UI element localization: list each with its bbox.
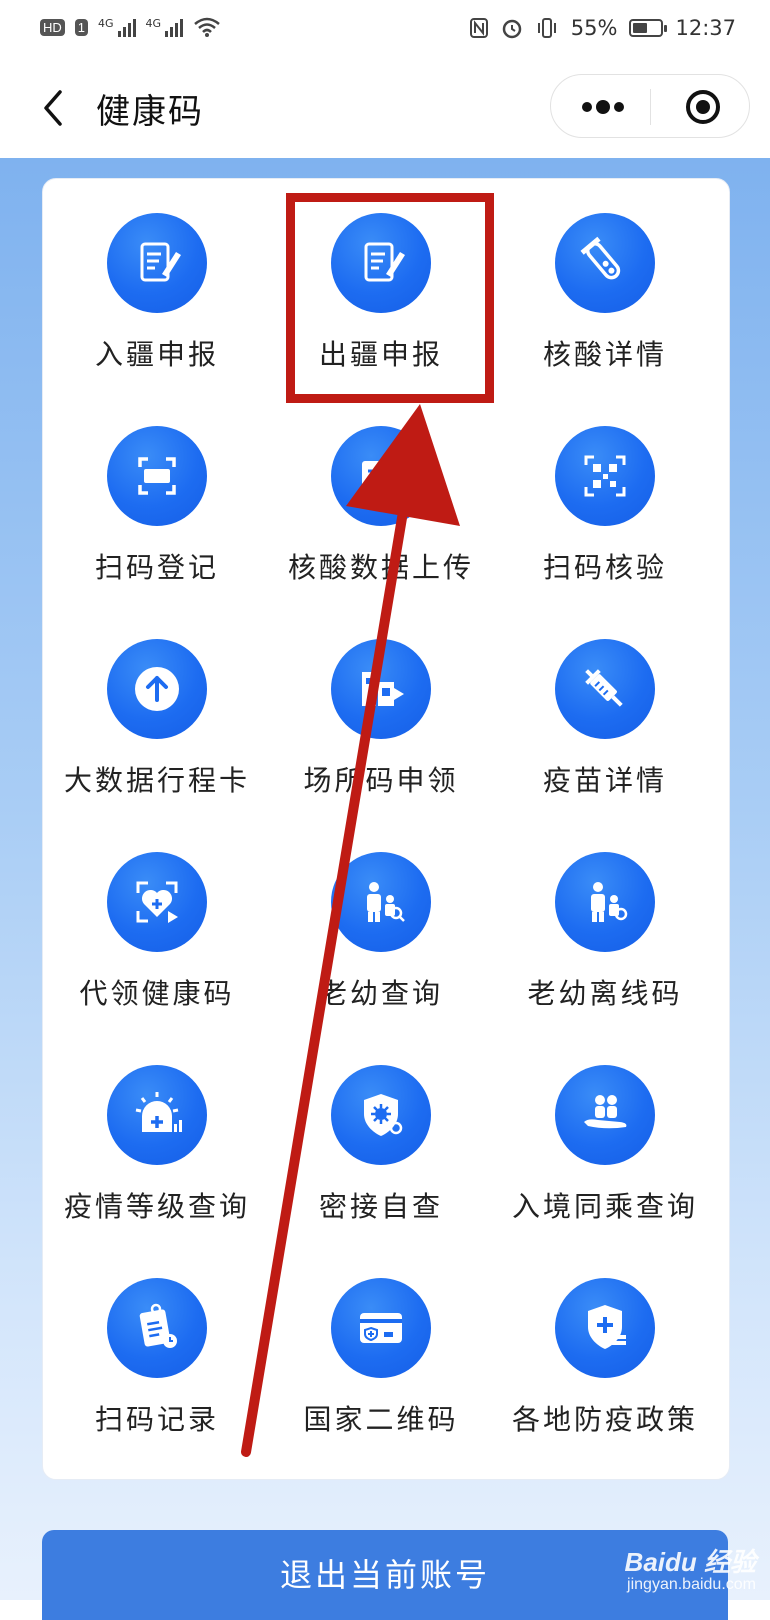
service-icon-circle (331, 1065, 431, 1165)
service-label: 代领健康码 (79, 977, 235, 1010)
notebook-pen-icon (364, 242, 405, 282)
plane-passengers-icon (584, 1095, 627, 1129)
syringe-icon (585, 669, 623, 707)
sim1-badge: 1 (74, 18, 89, 36)
elder-child-search-icon (367, 882, 405, 922)
service-label: 大数据行程卡 (63, 764, 250, 797)
service-item[interactable]: 入境同乘查询 (491, 1065, 719, 1265)
watermark-brand: Baidu 经验 (624, 1546, 756, 1577)
service-item[interactable]: 大数据行程卡 (43, 639, 271, 839)
service-icon-circle (555, 1065, 655, 1165)
service-label: 老幼查询 (318, 977, 443, 1010)
service-label: 扫码登记 (94, 551, 219, 584)
service-icon-circle (107, 213, 207, 313)
service-label: 扫码记录 (94, 1403, 219, 1436)
service-item[interactable]: 入疆申报 (43, 213, 271, 413)
service-icon-circle (555, 213, 655, 313)
nfc-icon (469, 18, 488, 38)
watermark-url: jingyan.baidu.com (627, 1576, 756, 1594)
service-label: 场所码申领 (303, 764, 459, 797)
service-icon-circle (331, 426, 431, 526)
service-icon-circle (331, 1278, 431, 1378)
navigation-bar: 健康码 (0, 60, 770, 158)
clock: 12:37 (675, 16, 736, 40)
service-label: 核酸详情 (542, 338, 667, 371)
service-item[interactable]: 扫码登记 (43, 426, 271, 626)
hd-badge: HD (40, 18, 65, 36)
service-item[interactable]: 疫苗详情 (491, 639, 719, 839)
service-item[interactable]: 老幼查询 (267, 852, 495, 1052)
arrow-up-circle-icon (135, 667, 179, 711)
status-bar: HD 1 4G 4G 55% 12:37 (0, 0, 770, 60)
service-icon-circle (107, 1278, 207, 1378)
shield-plus-icon (588, 1305, 626, 1349)
service-item[interactable]: 密接自查 (267, 1065, 495, 1265)
service-label: 密接自查 (318, 1190, 443, 1223)
service-icon-circle (331, 213, 431, 313)
service-label: 疫情等级查询 (63, 1190, 250, 1223)
battery-percent: 55% (570, 16, 618, 40)
vibrate-icon (537, 18, 556, 38)
service-item[interactable]: 场所码申领 (267, 639, 495, 839)
service-label: 入境同乘查询 (511, 1190, 698, 1223)
service-icon-circle (555, 1278, 655, 1378)
service-item[interactable]: 代领健康码 (43, 852, 271, 1052)
service-item[interactable]: 出疆申报 (267, 213, 495, 413)
virus-shield-icon (364, 1094, 403, 1136)
alert-level-icon (135, 1092, 182, 1132)
notebook-pen-icon (140, 242, 181, 282)
qr-verify-icon (584, 455, 626, 497)
service-label: 国家二维码 (303, 1403, 459, 1436)
service-item[interactable]: 各地防疫政策 (491, 1278, 719, 1478)
test-tube-icon (580, 236, 621, 280)
service-label: 扫码核验 (542, 551, 667, 584)
upload-card-icon (362, 461, 404, 495)
service-icon-circle (555, 639, 655, 739)
mini-program-capsule (550, 74, 750, 138)
service-icon-circle (107, 852, 207, 952)
content-area: 入疆申报 出疆申报 核酸详情扫码登记 核酸数据上传 扫码核验大数据行程卡 场所码申领 疫苗详… (0, 158, 770, 1620)
service-icon-circle (555, 426, 655, 526)
service-label: 各地防疫政策 (511, 1403, 698, 1436)
service-item[interactable]: 疫情等级查询 (43, 1065, 271, 1265)
service-label: 老幼离线码 (527, 977, 683, 1010)
id-card-icon (360, 1313, 402, 1343)
elder-child-offline-icon (591, 882, 628, 922)
service-label: 核酸数据上传 (287, 551, 474, 584)
battery-icon (629, 19, 668, 37)
service-icon-circle (107, 639, 207, 739)
heart-scan-icon (136, 881, 178, 923)
service-icon-circle (107, 426, 207, 526)
service-item[interactable]: 扫码记录 (43, 1278, 271, 1478)
service-icon-circle (555, 852, 655, 952)
services-card: 入疆申报 出疆申报 核酸详情扫码登记 核酸数据上传 扫码核验大数据行程卡 场所码申领 疫苗详… (42, 178, 730, 1480)
clipboard-record-icon (139, 1303, 177, 1348)
service-label: 出疆申报 (318, 338, 443, 371)
alarm-icon (502, 19, 522, 39)
service-icon-circle (107, 1065, 207, 1165)
network-type-label-2: 4G (145, 17, 162, 30)
wifi-icon (194, 17, 220, 37)
service-item[interactable]: 核酸数据上传 (267, 426, 495, 626)
scan-icon (138, 457, 176, 495)
service-icon-circle (331, 852, 431, 952)
signal-icon-2: 4G (146, 17, 184, 37)
baidu-watermark: Baidu 经验 jingyan.baidu.com (625, 1548, 756, 1594)
service-label: 疫苗详情 (542, 764, 667, 797)
service-label: 入疆申报 (94, 338, 219, 371)
service-item[interactable]: 国家二维码 (267, 1278, 495, 1478)
page-title: 健康码 (96, 92, 204, 132)
service-item[interactable]: 扫码核验 (491, 426, 719, 626)
signal-icon: 4G (98, 17, 136, 37)
service-item[interactable]: 核酸详情 (491, 213, 719, 413)
venue-code-icon (362, 672, 404, 706)
service-icon-circle (331, 639, 431, 739)
target-icon[interactable] (685, 89, 721, 125)
network-type-label: 4G (98, 17, 114, 30)
capsule-divider (650, 89, 651, 125)
service-item[interactable]: 老幼离线码 (491, 852, 719, 1052)
chevron-left-icon[interactable] (36, 88, 76, 128)
more-dots-icon[interactable] (579, 95, 627, 119)
